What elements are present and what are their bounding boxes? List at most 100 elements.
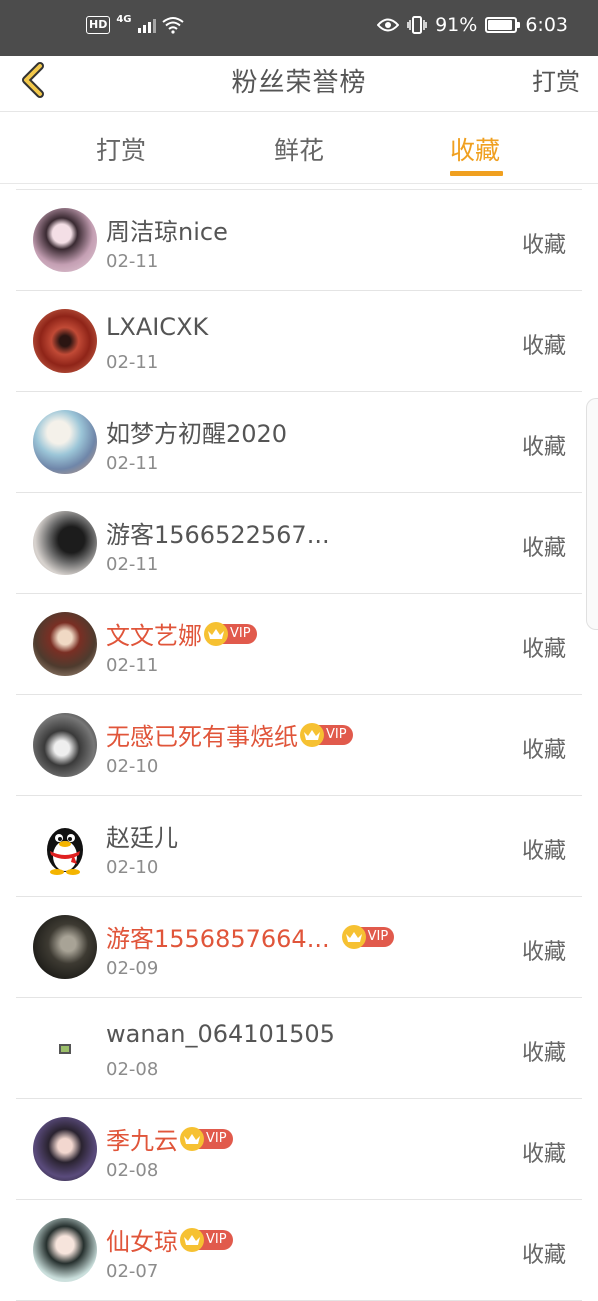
fan-name-text: 无感已死有事烧纸	[106, 723, 298, 751]
fan-name: 无感已死有事烧纸 VIP	[106, 717, 353, 752]
crown-icon	[341, 924, 366, 949]
vip-badge: VIP	[180, 1227, 233, 1252]
action-label: 收藏	[521, 839, 566, 864]
crown-icon	[204, 621, 228, 646]
active-tab-indicator	[450, 171, 503, 176]
avatar[interactable]	[33, 814, 97, 878]
list-item[interactable]: wanan_064101505 02-08 收藏	[16, 998, 582, 1099]
fan-name: 游客1566522567...	[106, 515, 330, 550]
fan-list: 周洁琼nice 02-11 收藏 LXAICXK 02-11 收藏 如梦方初醒2…	[16, 184, 582, 1301]
network-type: 4G	[116, 13, 132, 25]
avatar[interactable]	[33, 612, 97, 676]
list-item[interactable]: 赵廷儿 02-10 收藏	[16, 796, 582, 897]
list-item[interactable]: 周洁琼nice 02-11 收藏	[16, 190, 582, 291]
vip-badge: VIP	[300, 722, 353, 747]
fan-name: 游客1556857664... VIP	[106, 919, 395, 954]
fan-date: 02-11	[106, 655, 159, 676]
side-panel-handle[interactable]	[586, 398, 598, 630]
status-left: HD 4G	[86, 13, 184, 34]
fan-name-text: 赵廷儿	[106, 824, 178, 852]
fan-date: 02-11	[106, 352, 159, 373]
action-label: 收藏	[521, 637, 566, 662]
fan-date: 02-11	[106, 251, 159, 272]
list-item[interactable]: 如梦方初醒2020 02-11 收藏	[16, 392, 582, 493]
clock: 6:03	[525, 14, 568, 36]
fan-name: 周洁琼nice	[106, 212, 228, 247]
avatar[interactable]	[33, 1016, 97, 1080]
page-title: 粉丝荣誉榜	[231, 68, 367, 98]
avatar[interactable]	[33, 915, 97, 979]
fan-name-text: 季九云	[106, 1127, 178, 1155]
fan-name: 赵廷儿	[106, 818, 178, 853]
avatar[interactable]	[33, 1218, 97, 1282]
fan-name-text: LXAICXK	[106, 313, 209, 341]
status-bar: HD 4G 91% 6:03	[0, 0, 598, 56]
fan-name-text: 文文艺娜	[106, 622, 202, 650]
action-label: 收藏	[521, 435, 566, 460]
action-label: 收藏	[521, 233, 566, 258]
avatar[interactable]	[33, 208, 97, 272]
list-item[interactable]: 游客1566522567... 02-11 收藏	[16, 493, 582, 594]
fan-date: 02-10	[106, 857, 159, 878]
action-label: 收藏	[521, 1243, 566, 1268]
crown-icon	[180, 1227, 204, 1252]
avatar[interactable]	[33, 713, 97, 777]
nav-bar: 粉丝荣誉榜 打赏	[0, 56, 598, 112]
signal-icon	[137, 17, 156, 33]
fan-name-text: 游客1556857664...	[106, 925, 330, 953]
list-item[interactable]: 仙女琼 VIP 02-07 收藏	[16, 1200, 582, 1301]
tab-flowers[interactable]: 鲜花	[274, 131, 324, 167]
action-label: 收藏	[521, 1041, 566, 1066]
eye-comfort-icon	[377, 18, 400, 32]
fan-name-text: 仙女琼	[106, 1228, 178, 1256]
small-avatar-image	[59, 1044, 71, 1054]
fan-date: 02-10	[106, 756, 159, 777]
qq-penguin-icon	[47, 828, 83, 875]
hd-indicator: HD	[86, 16, 111, 34]
fan-date: 02-11	[106, 554, 159, 575]
list-item[interactable]: 无感已死有事烧纸 VIP 02-10 收藏	[16, 695, 582, 796]
status-right: 91% 6:03	[377, 14, 568, 36]
fan-date: 02-11	[106, 453, 159, 474]
reward-button[interactable]: 打赏	[532, 62, 580, 97]
tab-bar: 打赏 鲜花 收藏	[0, 113, 598, 184]
list-item[interactable]: LXAICXK 02-11 收藏	[16, 291, 582, 392]
fan-name-text: 如梦方初醒2020	[106, 420, 288, 448]
fan-name: 季九云 VIP	[106, 1121, 233, 1156]
fan-name: 如梦方初醒2020	[106, 414, 287, 449]
list-item[interactable]: 游客1556857664... VIP 02-09 收藏	[16, 897, 582, 998]
wifi-icon	[161, 17, 184, 34]
vip-badge: VIP	[341, 924, 395, 949]
fan-date: 02-08	[106, 1059, 159, 1080]
list-item[interactable]: 季九云 VIP 02-08 收藏	[16, 1099, 582, 1200]
vibrate-icon	[407, 16, 427, 34]
battery-icon	[485, 17, 521, 33]
crown-icon	[300, 722, 324, 747]
fan-name-text: wanan_064101505	[106, 1020, 335, 1048]
avatar[interactable]	[33, 309, 97, 373]
fan-name-text: 游客1566522567...	[106, 521, 330, 549]
fan-date: 02-08	[106, 1160, 159, 1181]
avatar[interactable]	[33, 410, 97, 474]
avatar[interactable]	[33, 1117, 97, 1181]
fan-name-text: 周洁琼nice	[106, 218, 228, 246]
avatar[interactable]	[33, 511, 97, 575]
fan-name: wanan_064101505	[106, 1020, 335, 1048]
vip-badge: VIP	[204, 621, 257, 646]
action-label: 收藏	[521, 738, 566, 763]
battery-percent: 91%	[435, 14, 478, 36]
fan-name: 文文艺娜 VIP	[106, 616, 257, 651]
fan-date: 02-07	[106, 1261, 159, 1282]
action-label: 收藏	[521, 940, 566, 965]
vip-badge: VIP	[180, 1126, 233, 1151]
action-label: 收藏	[521, 1142, 566, 1167]
tab-favorites[interactable]: 收藏	[450, 131, 500, 167]
fan-name: 仙女琼 VIP	[106, 1222, 233, 1257]
fan-name: LXAICXK	[106, 313, 208, 341]
list-item[interactable]: 文文艺娜 VIP 02-11 收藏	[16, 594, 582, 695]
crown-icon	[180, 1126, 204, 1151]
fan-date: 02-09	[106, 958, 159, 979]
action-label: 收藏	[521, 536, 566, 561]
tab-reward[interactable]: 打赏	[96, 131, 146, 167]
action-label: 收藏	[521, 334, 566, 359]
